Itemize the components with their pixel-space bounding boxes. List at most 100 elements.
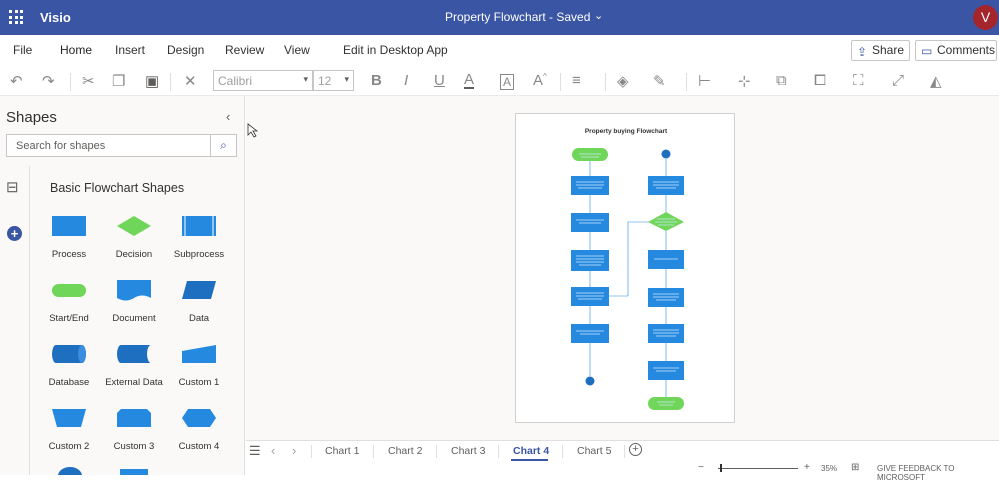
shapes-panel-title: Shapes xyxy=(6,109,57,126)
chevron-down-icon: ▾ xyxy=(303,74,308,84)
size-icon[interactable]: ⛶ xyxy=(853,72,864,89)
next-page-icon[interactable]: › xyxy=(292,443,296,458)
paste-icon[interactable]: ▣ xyxy=(145,72,159,90)
shape-document[interactable]: Document xyxy=(99,278,169,338)
share-button[interactable]: ⇪ Share xyxy=(851,40,910,61)
chevron-down-icon: ▾ xyxy=(344,74,349,84)
arrange-icon[interactable]: ⧉ xyxy=(776,72,787,89)
collapse-panel-icon[interactable]: ‹ xyxy=(226,109,230,124)
process-icon xyxy=(52,216,86,236)
share-icon: ⇪ xyxy=(857,45,868,59)
app-name[interactable]: Visio xyxy=(40,10,71,25)
cut-icon[interactable]: ✂ xyxy=(82,72,95,90)
zoom-slider-thumb[interactable] xyxy=(720,464,722,472)
shape-start-end[interactable]: Start/End xyxy=(34,278,104,338)
style-icon[interactable]: ◭ xyxy=(930,72,942,90)
shape-decision[interactable]: Decision xyxy=(99,214,169,274)
tab-chart-2[interactable]: Chart 2 xyxy=(388,445,422,457)
shape-custom-4[interactable]: Custom 4 xyxy=(164,406,234,466)
process-node xyxy=(648,361,684,380)
add-stencil-icon[interactable]: + xyxy=(7,226,22,241)
decision-icon xyxy=(117,216,151,236)
comments-button[interactable]: ▭ Comments xyxy=(915,40,997,61)
grow-font-icon[interactable]: A^ xyxy=(533,72,547,89)
fill-icon[interactable]: ◈ xyxy=(617,72,629,90)
shape-custom-1[interactable]: Custom 1 xyxy=(164,342,234,402)
tab-chart-1[interactable]: Chart 1 xyxy=(325,445,359,457)
rotate-icon[interactable]: ⤢ xyxy=(892,72,904,89)
shape-custom-3[interactable]: Custom 3 xyxy=(99,406,169,466)
italic-icon[interactable]: I xyxy=(404,72,408,89)
menu-insert[interactable]: Insert xyxy=(115,43,145,57)
tab-chart-3[interactable]: Chart 3 xyxy=(451,445,485,457)
font-name-select[interactable]: Calibri ▾ xyxy=(213,70,313,91)
line-color-icon[interactable]: ✎ xyxy=(653,72,666,90)
shape-process[interactable]: Process xyxy=(34,214,104,274)
drawing-page[interactable]: Property buying Flowchart xyxy=(515,113,735,423)
font-color-icon[interactable]: A xyxy=(464,72,475,89)
menu-view[interactable]: View xyxy=(284,43,310,57)
menu-edit-desktop[interactable]: Edit in Desktop App xyxy=(343,43,448,57)
menu-design[interactable]: Design xyxy=(167,43,204,57)
connector-circle xyxy=(585,376,595,386)
search-input[interactable]: Search for shapes ⌕ xyxy=(6,134,237,157)
tab-chart-5[interactable]: Chart 5 xyxy=(577,445,611,457)
process-node xyxy=(571,250,609,271)
shape-subprocess[interactable]: Subprocess xyxy=(164,214,234,274)
process-node xyxy=(648,288,684,307)
search-icon[interactable]: ⌕ xyxy=(210,135,236,156)
bold-icon[interactable]: B xyxy=(371,72,382,89)
text-box-icon[interactable]: A xyxy=(500,74,515,90)
connector-circle xyxy=(661,149,671,159)
square-shape-icon[interactable] xyxy=(117,466,151,475)
stencil-icon[interactable]: ⊟ xyxy=(6,178,19,196)
app-launcher-icon[interactable] xyxy=(9,10,23,24)
font-size-select[interactable]: 12 ▾ xyxy=(313,70,354,91)
position-icon[interactable]: ⊢ xyxy=(698,72,711,90)
all-pages-icon[interactable]: ☰ xyxy=(249,443,261,459)
copy-icon[interactable]: ❐ xyxy=(112,72,125,90)
feedback-link[interactable]: GIVE FEEDBACK TO MICROSOFT xyxy=(877,464,999,482)
shape-database[interactable]: Database xyxy=(34,342,104,402)
shape-custom-2[interactable]: Custom 2 xyxy=(34,406,104,466)
redo-icon[interactable]: ↷ xyxy=(42,72,55,90)
fit-to-window-icon[interactable]: ⊞ xyxy=(851,462,859,473)
previous-page-icon[interactable]: ‹ xyxy=(271,443,275,458)
zoom-level[interactable]: 35% xyxy=(821,464,837,473)
undo-icon[interactable]: ↶ xyxy=(10,72,23,90)
chevron-down-icon[interactable]: ⌄ xyxy=(594,9,603,22)
title-bar: Visio Property Flowchart - Saved ⌄ V xyxy=(0,0,999,35)
underline-icon[interactable]: U xyxy=(434,72,445,89)
stencil-title: Basic Flowchart Shapes xyxy=(50,181,185,195)
tab-divider xyxy=(624,445,625,458)
align-shapes-icon[interactable]: ⊹ xyxy=(738,72,751,90)
menu-home[interactable]: Home xyxy=(60,43,92,57)
zoom-slider[interactable] xyxy=(718,468,798,469)
subprocess-icon xyxy=(182,216,216,236)
menu-review[interactable]: Review xyxy=(225,43,264,57)
menu-file[interactable]: File xyxy=(13,43,32,57)
circle-shape-icon[interactable] xyxy=(55,466,85,475)
shape-data[interactable]: Data xyxy=(164,278,234,338)
zoom-out-button[interactable]: − xyxy=(698,462,704,473)
start-node xyxy=(572,148,608,161)
status-bar: − + 35% ⊞ GIVE FEEDBACK TO MICROSOFT xyxy=(246,461,999,482)
zoom-in-button[interactable]: + xyxy=(804,462,810,473)
tab-divider xyxy=(562,445,563,458)
add-page-icon[interactable]: + xyxy=(629,443,642,456)
decision-node xyxy=(648,212,684,231)
tab-divider xyxy=(311,445,312,458)
mouse-cursor-icon xyxy=(247,123,259,138)
group-icon[interactable]: ⧠ xyxy=(814,72,826,89)
flowchart-diagram[interactable]: Property buying Flowchart xyxy=(516,114,736,424)
align-icon[interactable]: ≡ xyxy=(572,72,581,89)
document-title[interactable]: Property Flowchart - Saved xyxy=(445,10,590,24)
toolbar-divider xyxy=(605,73,606,91)
page-tabs-bar: ☰ ‹ › Chart 1 Chart 2 Chart 3 Chart 4 Ch… xyxy=(246,440,999,461)
process-node xyxy=(648,250,684,269)
tab-chart-4[interactable]: Chart 4 xyxy=(513,445,549,457)
delete-icon[interactable]: ✕ xyxy=(184,72,197,90)
shape-external-data[interactable]: External Data xyxy=(99,342,169,402)
avatar[interactable]: V xyxy=(973,5,998,30)
process-node xyxy=(571,213,609,232)
